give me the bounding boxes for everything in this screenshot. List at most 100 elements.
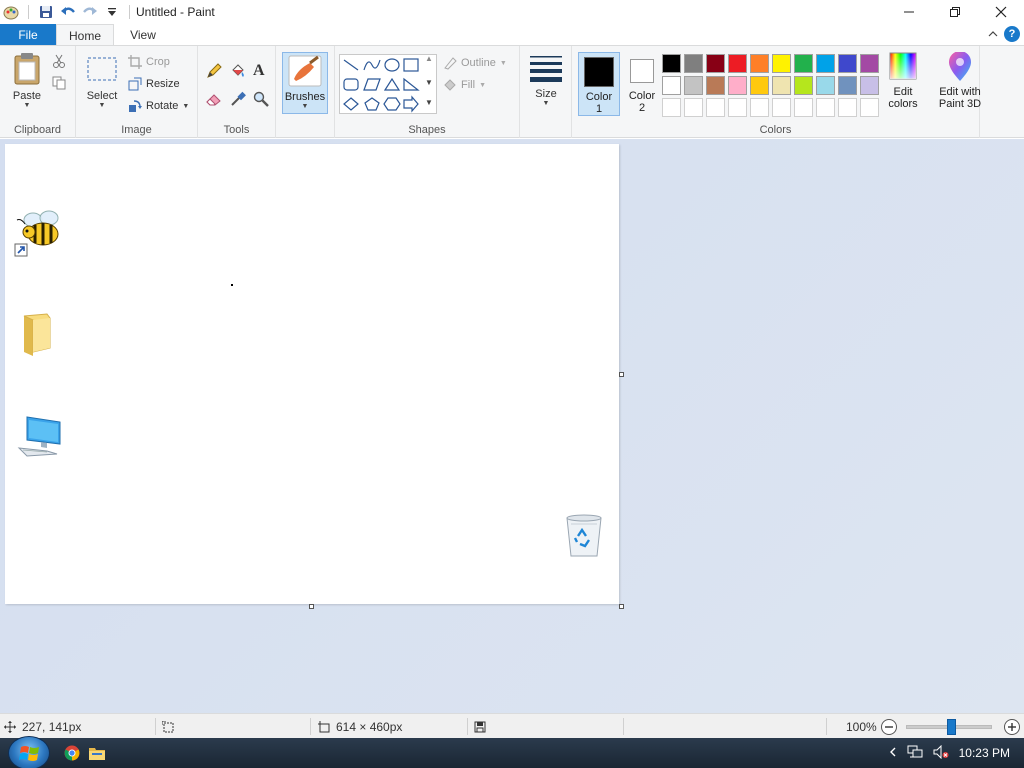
more-shapes-icon[interactable]: ▼ xyxy=(425,98,433,107)
palette-swatch[interactable] xyxy=(684,76,703,95)
cut-icon[interactable] xyxy=(52,54,66,68)
palette-custom-slot[interactable] xyxy=(838,98,857,117)
zoom-in-button[interactable] xyxy=(1003,714,1021,739)
customize-toolbar-icon[interactable] xyxy=(101,1,123,23)
palette-swatch[interactable] xyxy=(750,54,769,73)
palette-swatch[interactable] xyxy=(816,76,835,95)
palette-swatch[interactable] xyxy=(662,54,681,73)
paste-button[interactable]: Paste ▼ xyxy=(8,52,46,109)
palette-swatch[interactable] xyxy=(662,76,681,95)
palette-custom-slot[interactable] xyxy=(750,98,769,117)
color2-button[interactable]: Color 2 xyxy=(622,52,662,116)
palette-swatch[interactable] xyxy=(728,76,747,95)
fill-bucket-icon[interactable] xyxy=(230,63,246,79)
undo-icon[interactable] xyxy=(57,1,79,23)
zoom-slider[interactable] xyxy=(906,714,996,739)
paste-label: Paste xyxy=(12,90,42,102)
color1-swatch xyxy=(584,57,614,87)
cursor-position: 227, 141px xyxy=(4,714,81,739)
file-explorer-icon[interactable] xyxy=(88,745,106,764)
collapse-ribbon-icon[interactable] xyxy=(988,27,998,41)
save-icon[interactable] xyxy=(35,1,57,23)
palette-swatch[interactable] xyxy=(728,54,747,73)
clock-time[interactable]: 10:23 PM xyxy=(959,746,1010,760)
tab-file[interactable]: File xyxy=(0,24,56,46)
zoom-in-icon xyxy=(1004,718,1020,735)
palette-swatch[interactable] xyxy=(860,54,879,73)
palette-custom-slot[interactable] xyxy=(728,98,747,117)
selection-size xyxy=(162,714,174,739)
color-picker-icon[interactable] xyxy=(230,91,246,107)
magnifier-icon[interactable] xyxy=(253,91,269,107)
palette-custom-slot[interactable] xyxy=(772,98,791,117)
size-button[interactable]: Size ▼ xyxy=(526,54,566,107)
clipboard-group-label: Clipboard xyxy=(13,124,62,136)
volume-muted-icon[interactable] xyxy=(933,744,949,762)
brushes-button[interactable]: Brushes ▼ xyxy=(282,52,328,114)
palette-swatch[interactable] xyxy=(794,76,813,95)
zoom-out-button[interactable] xyxy=(880,714,898,739)
palette-custom-slot[interactable] xyxy=(860,98,879,117)
palette-swatch[interactable] xyxy=(706,76,725,95)
palette-swatch[interactable] xyxy=(816,54,835,73)
crop-button[interactable]: Crop xyxy=(128,55,170,69)
separator xyxy=(28,5,29,19)
color1-label: Color xyxy=(585,91,613,103)
windows-logo-icon xyxy=(19,746,39,761)
edit-with-paint3d-button[interactable]: Edit with Paint 3D xyxy=(932,52,988,116)
close-button[interactable] xyxy=(978,0,1024,24)
palette-swatch[interactable] xyxy=(772,76,791,95)
scroll-down-icon[interactable]: ▼ xyxy=(425,78,433,87)
palette-swatch[interactable] xyxy=(838,76,857,95)
start-button[interactable] xyxy=(8,736,50,768)
palette-swatch[interactable] xyxy=(706,54,725,73)
palette-swatch[interactable] xyxy=(684,54,703,73)
shapes-gallery xyxy=(339,54,437,114)
zoom-slider-thumb[interactable] xyxy=(947,718,956,735)
paint3d-line1: Edit with xyxy=(939,86,981,98)
help-icon[interactable]: ? xyxy=(1004,26,1020,42)
scroll-up-icon[interactable]: ▲ xyxy=(425,54,433,63)
bee-shortcut-icon xyxy=(14,210,59,257)
palette-swatch[interactable] xyxy=(750,76,769,95)
palette-custom-slot[interactable] xyxy=(662,98,681,117)
eraser-icon[interactable] xyxy=(206,91,222,107)
copy-icon[interactable] xyxy=(52,76,66,90)
drawing-canvas[interactable] xyxy=(5,144,619,604)
redo-icon[interactable] xyxy=(79,1,101,23)
edit-colors-button[interactable]: Edit colors xyxy=(880,52,926,116)
resize-button[interactable]: Resize xyxy=(128,77,180,91)
status-bar: 227, 141px 614 × 460px 100% xyxy=(0,713,1024,738)
chevron-down-icon: ▼ xyxy=(542,100,550,107)
size-group: Size ▼ xyxy=(520,46,572,138)
palette-custom-slot[interactable] xyxy=(816,98,835,117)
palette-custom-slot[interactable] xyxy=(794,98,813,117)
rotate-button[interactable]: Rotate ▼ xyxy=(128,99,189,113)
paint3d-icon xyxy=(949,52,971,81)
chrome-icon[interactable] xyxy=(64,745,80,764)
paint-app-icon[interactable] xyxy=(0,1,22,23)
color1-button[interactable]: Color 1 xyxy=(578,52,620,116)
palette-swatch[interactable] xyxy=(772,54,791,73)
canvas-resize-handle-corner[interactable] xyxy=(619,604,624,609)
fill-button[interactable]: Fill ▼ xyxy=(443,78,486,92)
minimize-button[interactable] xyxy=(886,0,932,24)
network-icon[interactable] xyxy=(907,745,923,762)
pencil-icon[interactable] xyxy=(206,63,222,79)
palette-swatch[interactable] xyxy=(860,76,879,95)
outline-button[interactable]: Outline ▼ xyxy=(443,56,507,70)
text-tool-icon[interactable]: A xyxy=(253,62,265,80)
palette-custom-slot[interactable] xyxy=(684,98,703,117)
canvas-resize-handle-bottom[interactable] xyxy=(309,604,314,609)
show-hidden-icons-icon[interactable] xyxy=(889,746,897,760)
selection-size-icon xyxy=(162,720,174,732)
restore-button[interactable] xyxy=(932,0,978,24)
tab-view[interactable]: View xyxy=(114,24,172,46)
chevron-down-icon: ▼ xyxy=(479,81,486,89)
canvas-resize-handle-right[interactable] xyxy=(619,372,624,377)
palette-custom-slot[interactable] xyxy=(706,98,725,117)
select-button[interactable]: Select ▼ xyxy=(84,56,120,109)
palette-swatch[interactable] xyxy=(794,54,813,73)
tab-home[interactable]: Home xyxy=(56,24,114,46)
palette-swatch[interactable] xyxy=(838,54,857,73)
